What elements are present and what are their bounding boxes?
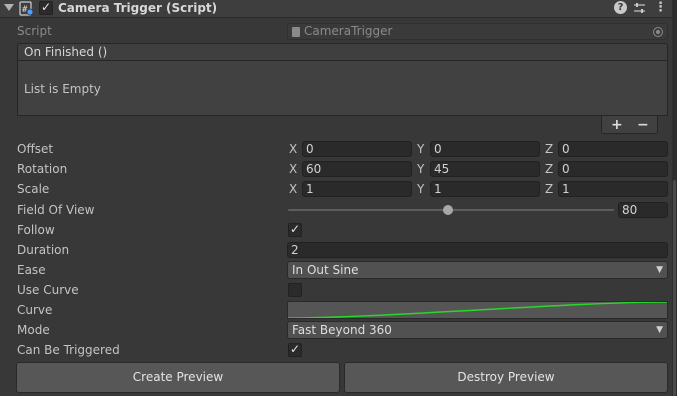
script-field-value: CameraTrigger — [304, 24, 393, 38]
dropdown-arrow-icon: ▼ — [656, 265, 663, 275]
offset-x-label[interactable]: X — [289, 141, 297, 157]
help-icon[interactable]: ? — [614, 1, 627, 14]
create-preview-button[interactable]: Create Preview — [16, 362, 340, 393]
curve-field[interactable] — [287, 301, 668, 319]
duration-label: Duration — [17, 243, 70, 257]
event-empty-text: List is Empty — [24, 82, 101, 96]
offset-y-field[interactable]: 0 — [430, 141, 540, 157]
component-title: Camera Trigger (Script) — [58, 1, 218, 15]
add-event-button[interactable]: + — [611, 116, 623, 134]
script-icon: # — [19, 1, 34, 16]
remove-event-button[interactable]: − — [637, 116, 649, 134]
rotation-z-label[interactable]: Z — [545, 161, 553, 177]
duration-field[interactable]: 2 — [287, 242, 668, 258]
script-label: Script — [17, 24, 52, 38]
mode-label: Mode — [17, 323, 50, 337]
scrollbar-thumb[interactable] — [673, 180, 676, 396]
field-of-view-label: Field Of View — [17, 203, 95, 217]
rotation-x-label[interactable]: X — [289, 161, 297, 177]
scale-label: Scale — [17, 182, 50, 196]
can-be-triggered-label: Can Be Triggered — [17, 343, 120, 357]
object-picker-icon[interactable] — [653, 27, 663, 37]
preset-icon[interactable] — [633, 1, 646, 15]
rotation-x-field[interactable]: 60 — [302, 161, 412, 177]
destroy-preview-button[interactable]: Destroy Preview — [344, 362, 668, 393]
checkmark-icon: ✓ — [289, 342, 301, 356]
fov-value-field[interactable]: 80 — [618, 202, 668, 218]
curve-label: Curve — [17, 303, 53, 317]
checkmark-icon: ✓ — [289, 222, 301, 236]
scale-x-label[interactable]: X — [289, 181, 297, 197]
fov-slider-thumb[interactable] — [442, 205, 453, 215]
rotation-y-field[interactable]: 45 — [430, 161, 540, 177]
offset-y-label[interactable]: Y — [417, 141, 424, 157]
more-options-icon[interactable]: ⋮ — [654, 1, 667, 15]
follow-checkbox[interactable]: ✓ — [288, 222, 302, 237]
ease-label: Ease — [17, 263, 46, 277]
rotation-z-field[interactable]: 0 — [558, 161, 668, 177]
component-enabled-checkbox[interactable]: ✓ — [39, 0, 53, 15]
offset-z-field[interactable]: 0 — [558, 141, 668, 157]
event-header: On Finished () — [17, 43, 668, 61]
event-footer — [601, 116, 658, 134]
can-be-triggered-checkbox[interactable]: ✓ — [288, 342, 302, 357]
mode-dropdown[interactable]: Fast Beyond 360 ▼ — [287, 321, 668, 339]
ease-value: In Out Sine — [292, 263, 359, 277]
scale-x-field[interactable]: 1 — [302, 181, 412, 197]
offset-x-field[interactable]: 0 — [302, 141, 412, 157]
scale-y-field[interactable]: 1 — [430, 181, 540, 197]
script-asset-icon — [292, 27, 300, 37]
offset-z-label[interactable]: Z — [545, 141, 553, 157]
ease-dropdown[interactable]: In Out Sine ▼ — [287, 261, 668, 279]
foldout-arrow-icon[interactable] — [4, 4, 14, 11]
rotation-label: Rotation — [17, 162, 68, 176]
scale-y-label[interactable]: Y — [417, 181, 424, 197]
scale-z-field[interactable]: 1 — [558, 181, 668, 197]
script-field[interactable]: CameraTrigger — [287, 23, 668, 40]
offset-label: Offset — [17, 142, 54, 156]
dropdown-arrow-icon: ▼ — [656, 325, 663, 335]
component-header: # ✓ Camera Trigger (Script) ? ⋮ — [0, 0, 677, 18]
use-curve-checkbox[interactable] — [288, 283, 302, 297]
use-curve-label: Use Curve — [17, 283, 79, 297]
scale-z-label[interactable]: Z — [545, 181, 553, 197]
event-list: List is Empty — [17, 61, 668, 116]
follow-label: Follow — [17, 223, 55, 237]
mode-value: Fast Beyond 360 — [292, 323, 392, 337]
checkmark-icon: ✓ — [40, 0, 52, 14]
rotation-y-label[interactable]: Y — [417, 161, 424, 177]
